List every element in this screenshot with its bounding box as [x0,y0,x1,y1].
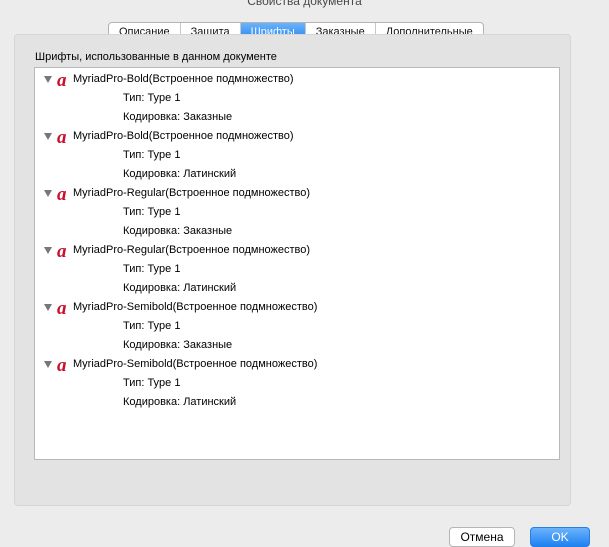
ok-button[interactable]: OK [530,527,590,547]
svg-text:a: a [57,70,67,89]
acrobat-font-icon: a [57,241,67,260]
acrobat-font-icon: a [57,127,67,146]
font-encoding: Кодировка: Заказные [123,111,233,123]
cancel-button[interactable]: Отмена [449,527,515,547]
font-type: Тип: Type 1 [123,320,181,332]
disclosure-triangle-icon[interactable] [44,133,52,140]
fonts-list[interactable]: a MyriadPro-Bold(Встроенное подмножество)… [34,67,560,460]
svg-text:a: a [57,298,67,317]
svg-text:a: a [57,241,67,260]
font-type: Тип: Type 1 [123,92,181,104]
font-entry[interactable]: a MyriadPro-Bold(Встроенное подмножество) [35,127,559,146]
font-encoding: Кодировка: Латинский [123,168,237,180]
font-entry[interactable]: a MyriadPro-Regular(Встроенное подмножест… [35,184,559,203]
font-name: MyriadPro-Semibold(Встроенное подмножест… [73,358,318,370]
disclosure-triangle-icon[interactable] [44,76,52,83]
disclosure-triangle-icon[interactable] [44,190,52,197]
disclosure-triangle-icon[interactable] [44,247,52,254]
font-type: Тип: Type 1 [123,377,181,389]
font-encoding: Кодировка: Латинский [123,396,237,408]
font-encoding: Кодировка: Латинский [123,282,237,294]
font-name: MyriadPro-Bold(Встроенное подмножество) [73,130,294,142]
window-title: Свойства документа [247,0,362,8]
font-entry[interactable]: a MyriadPro-Semibold(Встроенное подмножес… [35,355,559,374]
disclosure-triangle-icon[interactable] [44,361,52,368]
font-name: MyriadPro-Regular(Встроенное подмножеств… [73,187,311,199]
font-type: Тип: Type 1 [123,149,181,161]
acrobat-font-icon: a [57,298,67,317]
fonts-section-label: Шрифты, использованные в данном документ… [35,51,277,63]
font-encoding: Кодировка: Заказные [123,225,233,237]
font-name: MyriadPro-Bold(Встроенное подмножество) [73,73,294,85]
svg-text:a: a [57,184,67,203]
disclosure-triangle-icon[interactable] [44,304,52,311]
svg-text:a: a [57,355,67,374]
font-encoding: Кодировка: Заказные [123,339,233,351]
font-name: MyriadPro-Regular(Встроенное подмножеств… [73,244,311,256]
font-entry[interactable]: a MyriadPro-Bold(Встроенное подмножество) [35,70,559,89]
font-type: Тип: Type 1 [123,206,181,218]
font-entry[interactable]: a MyriadPro-Semibold(Встроенное подмножес… [35,298,559,317]
font-name: MyriadPro-Semibold(Встроенное подмножест… [73,301,318,313]
font-entry[interactable]: a MyriadPro-Regular(Встроенное подмножест… [35,241,559,260]
acrobat-font-icon: a [57,70,67,89]
acrobat-font-icon: a [57,355,67,374]
acrobat-font-icon: a [57,184,67,203]
svg-text:a: a [57,127,67,146]
font-type: Тип: Type 1 [123,263,181,275]
